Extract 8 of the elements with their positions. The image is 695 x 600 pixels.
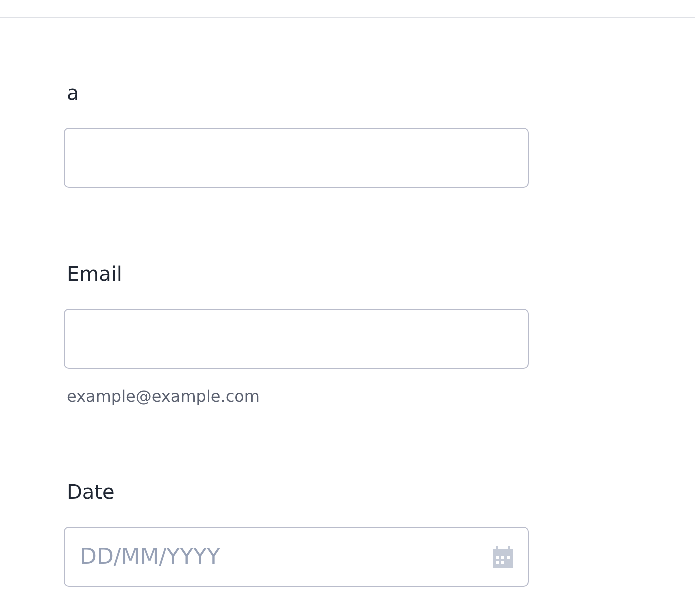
date-field[interactable]: DD/MM/YYYY [64, 527, 529, 587]
text-field[interactable] [64, 128, 529, 188]
calendar-icon[interactable] [491, 545, 515, 569]
email-field[interactable] [64, 309, 529, 369]
field-hint: example@example.com [67, 388, 261, 406]
field-label: Date [67, 480, 116, 504]
field-label: Email [67, 262, 124, 286]
field-label: a [67, 81, 80, 105]
